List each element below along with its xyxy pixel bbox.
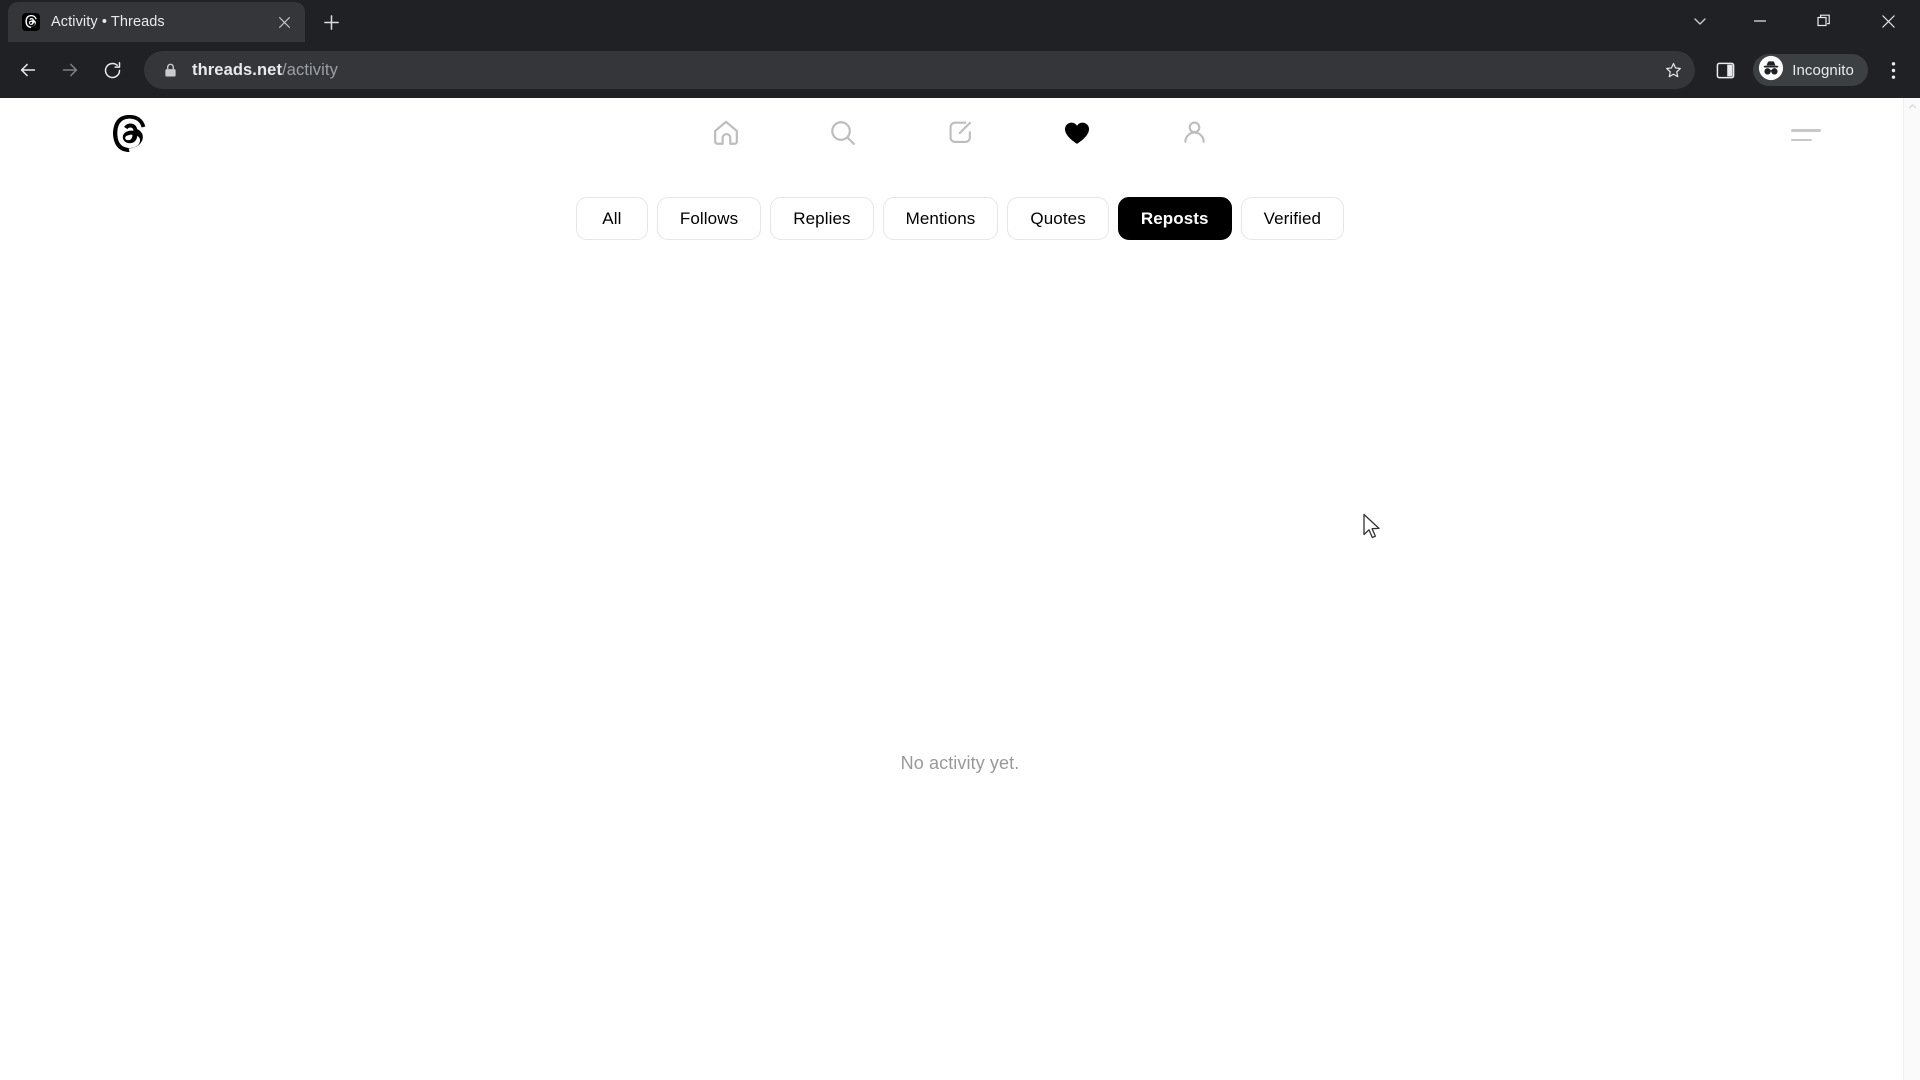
mouse-cursor bbox=[1362, 513, 1384, 543]
arrow-left-icon[interactable] bbox=[8, 50, 48, 90]
url-domain: threads.net bbox=[192, 60, 283, 79]
browser-tab[interactable]: Activity • Threads bbox=[8, 2, 305, 42]
address-bar[interactable]: threads.net/activity bbox=[144, 51, 1696, 89]
toolbar-right-actions: Incognito bbox=[1705, 50, 1910, 90]
heart-icon bbox=[1062, 118, 1092, 153]
side-panel-icon[interactable] bbox=[1705, 50, 1745, 90]
plus-icon[interactable] bbox=[314, 5, 348, 39]
star-icon[interactable] bbox=[1657, 54, 1689, 86]
url-path: /activity bbox=[282, 60, 338, 79]
filter-pill-verified[interactable]: Verified bbox=[1240, 197, 1345, 240]
home-icon bbox=[711, 118, 741, 153]
scroll-up-arrow-icon[interactable] bbox=[1904, 98, 1920, 115]
browser-window: Activity • Threads threads.net/activity … bbox=[0, 0, 1920, 1080]
empty-state-message: No activity yet. bbox=[900, 753, 1020, 773]
hamburger-menu-icon[interactable] bbox=[1791, 120, 1825, 150]
kebab-menu-icon[interactable] bbox=[1876, 53, 1910, 87]
nav-profile[interactable] bbox=[1169, 110, 1219, 160]
reload-icon[interactable] bbox=[92, 50, 132, 90]
page-viewport: All Follows Replies Mentions Quotes Repo… bbox=[0, 98, 1920, 1080]
nav-activity[interactable] bbox=[1052, 110, 1102, 160]
incognito-icon bbox=[1758, 55, 1784, 86]
minimize-icon[interactable] bbox=[1728, 0, 1792, 42]
filter-pill-quotes[interactable]: Quotes bbox=[1007, 197, 1109, 240]
compose-icon bbox=[946, 118, 975, 152]
person-icon bbox=[1180, 118, 1209, 152]
search-icon bbox=[828, 118, 858, 153]
browser-toolbar: threads.net/activity Incognito bbox=[0, 42, 1920, 98]
page-scrollbar[interactable] bbox=[1903, 98, 1920, 1080]
profile-chip-incognito[interactable]: Incognito bbox=[1753, 54, 1868, 86]
threads-logo-icon[interactable] bbox=[108, 114, 150, 156]
threads-header bbox=[0, 98, 1920, 172]
url-text: threads.net/activity bbox=[192, 61, 1657, 80]
tab-strip: Activity • Threads bbox=[0, 0, 1920, 42]
window-controls bbox=[1672, 0, 1920, 42]
close-icon[interactable] bbox=[273, 11, 295, 33]
chevron-down-icon[interactable] bbox=[1672, 0, 1728, 42]
arrow-right-icon[interactable] bbox=[50, 50, 90, 90]
nav-home[interactable] bbox=[701, 110, 751, 160]
filter-pill-replies[interactable]: Replies bbox=[770, 197, 874, 240]
threads-logo-icon bbox=[22, 13, 40, 31]
nav-search[interactable] bbox=[818, 110, 868, 160]
restore-icon[interactable] bbox=[1792, 0, 1856, 42]
nav-compose[interactable] bbox=[935, 110, 985, 160]
filter-pill-all[interactable]: All bbox=[575, 197, 648, 240]
activity-filter-tabs: All Follows Replies Mentions Quotes Repo… bbox=[0, 197, 1920, 240]
filter-pill-reposts[interactable]: Reposts bbox=[1117, 197, 1232, 240]
tab-title: Activity • Threads bbox=[51, 14, 165, 30]
profile-label: Incognito bbox=[1792, 61, 1854, 79]
filter-pill-follows[interactable]: Follows bbox=[656, 197, 762, 240]
threads-main-nav bbox=[701, 110, 1219, 160]
lock-icon bbox=[160, 60, 180, 80]
filter-pill-mentions[interactable]: Mentions bbox=[882, 197, 999, 240]
close-icon[interactable] bbox=[1856, 0, 1920, 42]
